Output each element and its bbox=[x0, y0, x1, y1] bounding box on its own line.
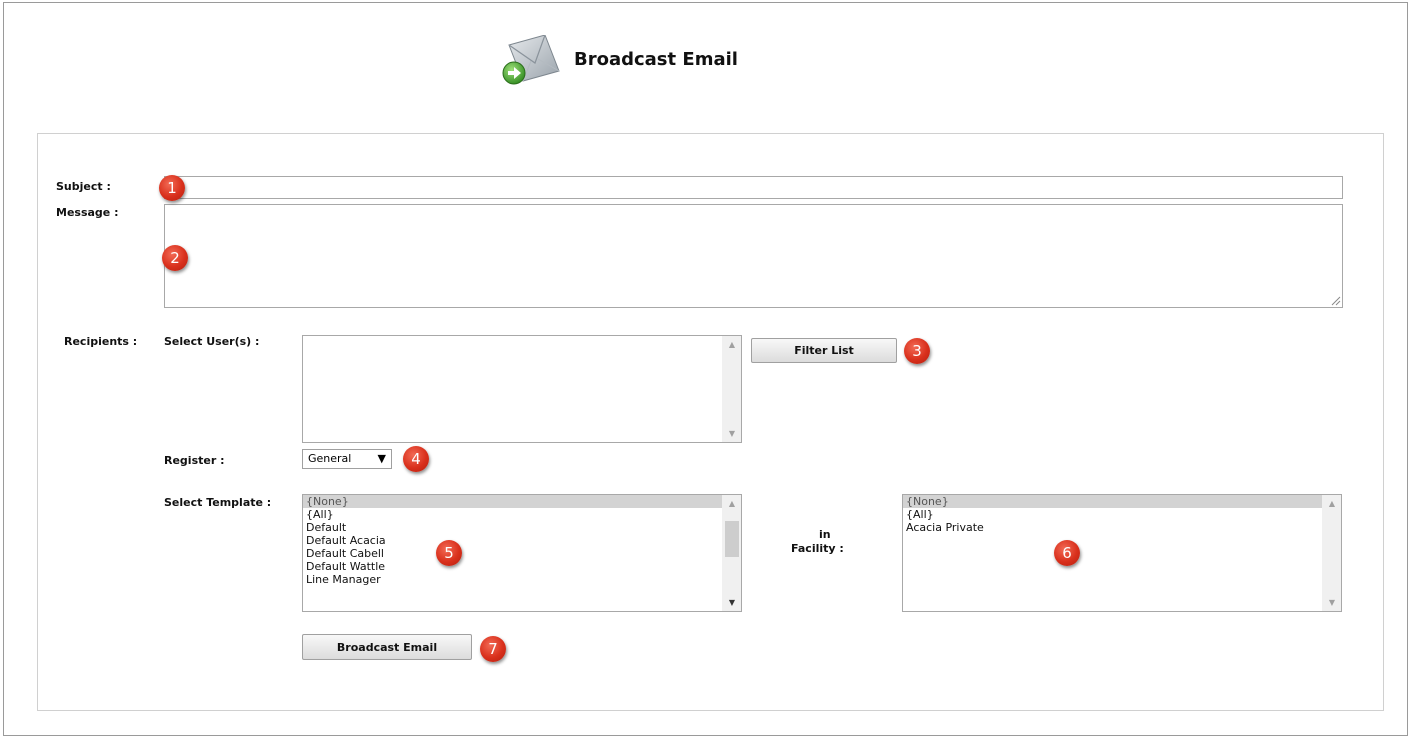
broadcast-form-panel: Subject : Message : Recipients : Select … bbox=[37, 133, 1384, 711]
select-template-label: Select Template : bbox=[164, 496, 272, 509]
subject-input[interactable] bbox=[164, 176, 1343, 199]
envelope-send-icon bbox=[502, 35, 560, 85]
scroll-up-arrow-icon[interactable]: ▲ bbox=[1323, 495, 1341, 512]
subject-label: Subject : bbox=[56, 180, 111, 193]
template-option[interactable]: Default Wattle bbox=[303, 560, 723, 573]
filter-list-button[interactable]: Filter List bbox=[751, 338, 897, 363]
facility-scrollbar[interactable]: ▲ ▼ bbox=[1322, 495, 1341, 611]
users-options bbox=[303, 336, 723, 442]
callout-marker-2: 2 bbox=[162, 245, 188, 271]
facility-label: Facility : bbox=[791, 542, 844, 555]
dropdown-arrow-icon: ▼ bbox=[377, 452, 386, 465]
callout-marker-4: 4 bbox=[403, 446, 429, 472]
page-frame: Broadcast Email Subject : Message : Reci… bbox=[3, 2, 1408, 736]
template-option[interactable]: {All} bbox=[303, 508, 723, 521]
users-listbox[interactable]: ▲ ▼ bbox=[302, 335, 742, 443]
register-label: Register : bbox=[164, 454, 225, 467]
facility-option[interactable]: Acacia Private bbox=[903, 521, 1323, 534]
scroll-thumb[interactable] bbox=[725, 521, 739, 557]
broadcast-email-button[interactable]: Broadcast Email bbox=[302, 634, 472, 660]
callout-marker-3: 3 bbox=[904, 338, 930, 364]
page-title: Broadcast Email bbox=[574, 49, 738, 70]
template-listbox[interactable]: {None} {All} Default Default Acacia Default … bbox=[302, 494, 742, 612]
scroll-up-arrow-icon[interactable]: ▲ bbox=[723, 495, 741, 512]
users-scrollbar[interactable]: ▲ ▼ bbox=[722, 336, 741, 442]
facility-option[interactable]: {All} bbox=[903, 508, 1323, 521]
register-selected-value: General bbox=[308, 452, 352, 465]
facility-options: {None} {All} Acacia Private bbox=[903, 495, 1323, 611]
template-option[interactable]: Default Acacia bbox=[303, 534, 723, 547]
register-select[interactable]: General ▼ bbox=[302, 449, 392, 469]
scroll-up-arrow-icon[interactable]: ▲ bbox=[723, 336, 741, 353]
facility-listbox[interactable]: {None} {All} Acacia Private ▲ ▼ bbox=[902, 494, 1342, 612]
callout-marker-7: 7 bbox=[480, 636, 506, 662]
message-label: Message : bbox=[56, 206, 119, 219]
scroll-down-arrow-icon[interactable]: ▼ bbox=[723, 425, 741, 442]
template-option[interactable]: Default Cabell bbox=[303, 547, 723, 560]
template-options: {None} {All} Default Default Acacia Default … bbox=[303, 495, 723, 611]
in-label: in bbox=[819, 528, 831, 541]
template-option[interactable]: {None} bbox=[303, 495, 723, 508]
scroll-down-arrow-icon[interactable]: ▼ bbox=[723, 594, 741, 611]
template-scrollbar[interactable]: ▲ ▼ bbox=[722, 495, 741, 611]
facility-option[interactable]: {None} bbox=[903, 495, 1323, 508]
select-users-label: Select User(s) : bbox=[164, 335, 260, 348]
recipients-label: Recipients : bbox=[64, 335, 138, 348]
template-option[interactable]: Line Manager bbox=[303, 573, 723, 586]
template-option[interactable]: Default bbox=[303, 521, 723, 534]
message-textarea[interactable] bbox=[164, 204, 1343, 308]
resize-grip-icon[interactable] bbox=[1331, 296, 1341, 306]
scroll-down-arrow-icon[interactable]: ▼ bbox=[1323, 594, 1341, 611]
callout-marker-1: 1 bbox=[159, 175, 185, 201]
callout-marker-5: 5 bbox=[436, 540, 462, 566]
callout-marker-6: 6 bbox=[1054, 540, 1080, 566]
